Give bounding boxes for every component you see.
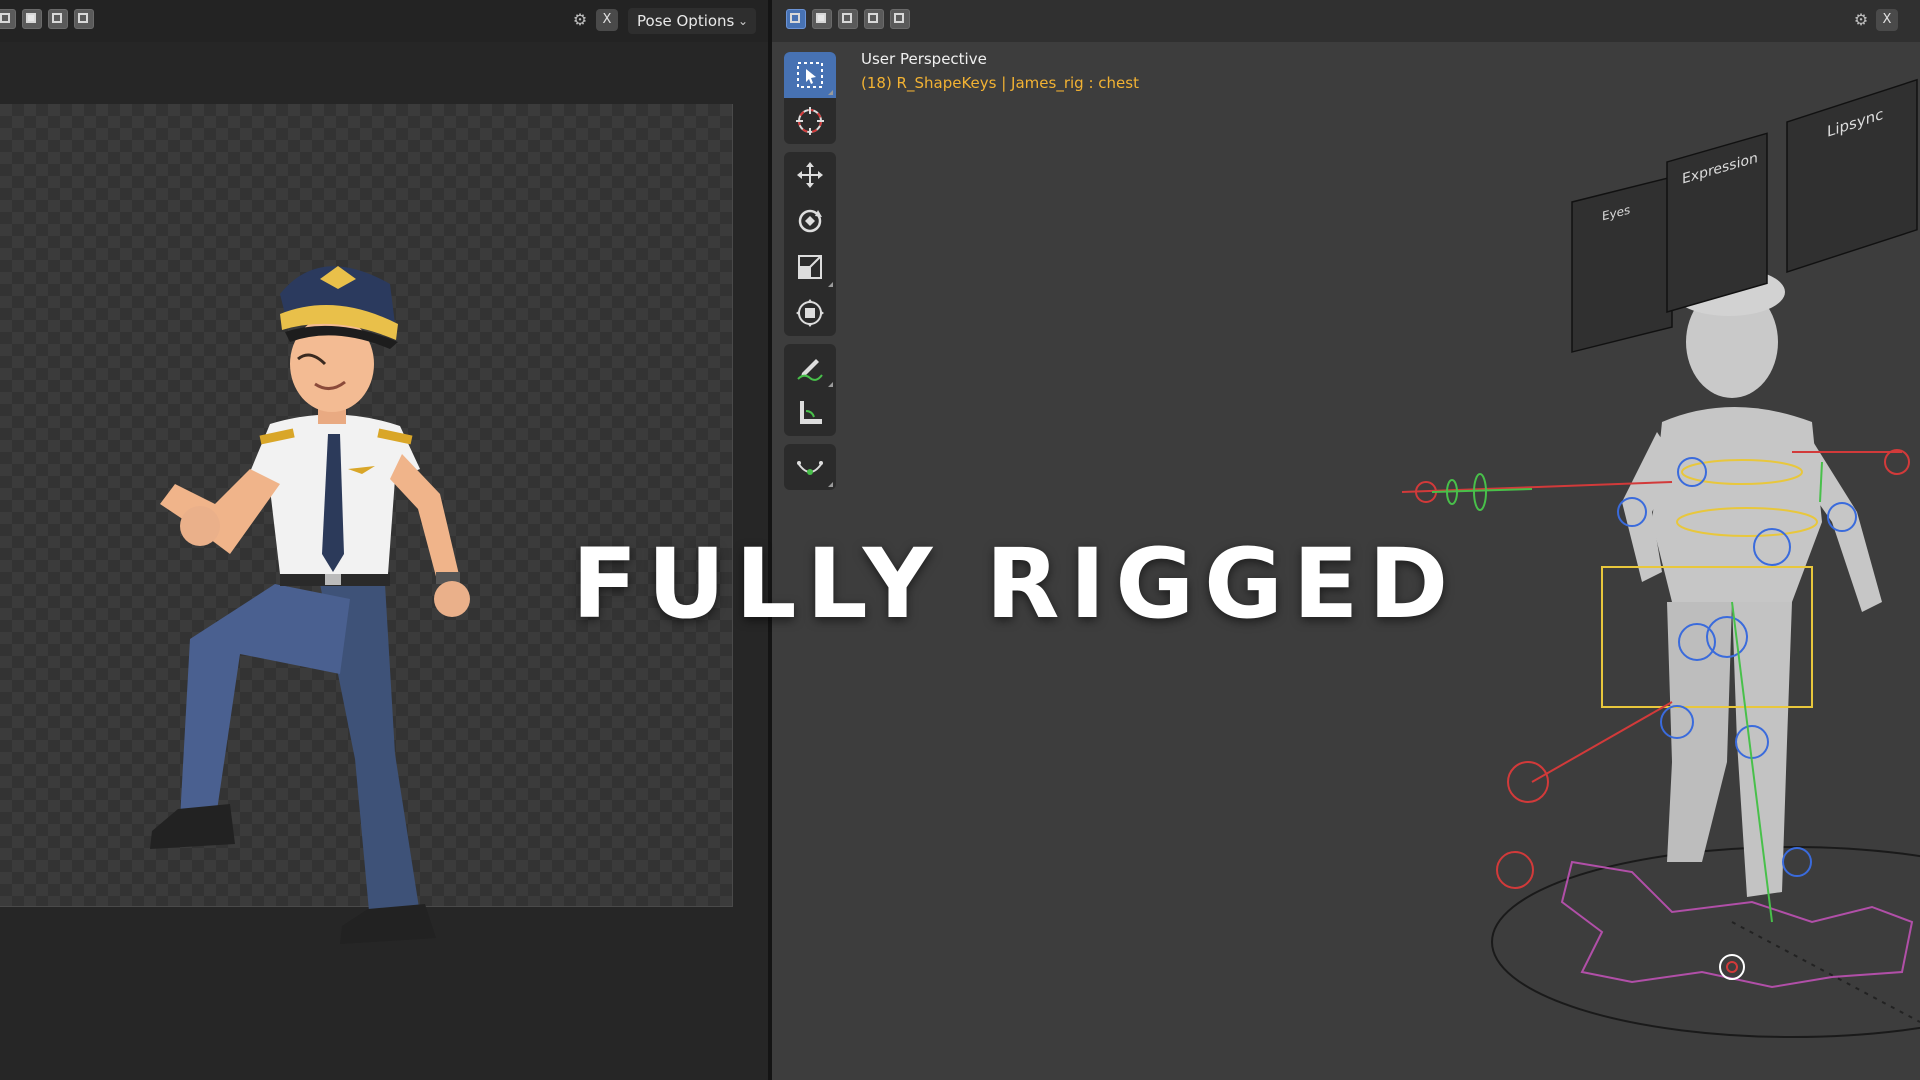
select-box-icon	[797, 62, 823, 88]
roll-tool[interactable]	[784, 444, 836, 490]
selection-mode-group	[0, 9, 94, 29]
tool-shelf	[784, 52, 836, 498]
close-button[interactable]: X	[1876, 9, 1898, 31]
select-subtract-icon[interactable]	[838, 9, 858, 29]
select-extend-icon[interactable]	[22, 9, 42, 29]
select-extend-icon[interactable]	[812, 9, 832, 29]
viewport-header: ⚙ X	[772, 0, 1920, 42]
gizmo-icon[interactable]: ⚙	[569, 9, 591, 31]
cursor-tool[interactable]	[784, 98, 836, 144]
measure-tool[interactable]	[784, 390, 836, 436]
select-new-icon[interactable]	[0, 9, 16, 29]
annotate-icon	[797, 359, 823, 381]
select-subtract-icon[interactable]	[48, 9, 68, 29]
scale-tool[interactable]	[784, 244, 836, 290]
move-tool[interactable]	[784, 152, 836, 198]
viewport-title: User Perspective	[861, 50, 987, 68]
chevron-down-icon: ⌄	[737, 14, 748, 28]
rotate-tool[interactable]	[784, 198, 836, 244]
select-difference-icon[interactable]	[864, 9, 884, 29]
transform-tool[interactable]	[784, 290, 836, 336]
rotate-icon	[798, 209, 822, 233]
render-canvas	[0, 104, 733, 944]
gizmo-icon[interactable]: ⚙	[1850, 9, 1872, 31]
annotate-tool-group	[784, 344, 836, 436]
scale-icon	[798, 255, 822, 279]
select-new-icon[interactable]	[786, 9, 806, 29]
select-tool-group	[784, 52, 836, 144]
select-box-tool[interactable]	[784, 52, 836, 98]
measure-icon	[800, 401, 822, 424]
selection-mode-group	[786, 9, 910, 29]
select-intersect-icon[interactable]	[74, 9, 94, 29]
select-intersect-icon[interactable]	[890, 9, 910, 29]
overlay-title: FULLY RIGGED	[571, 528, 1459, 640]
move-icon	[797, 162, 823, 188]
pose-options-label: Pose Options	[637, 12, 735, 30]
roll-icon	[797, 461, 823, 475]
render-preview-header: ⚙ X Pose Options ⌄	[0, 0, 768, 42]
annotate-tool[interactable]	[784, 344, 836, 390]
pose-options-dropdown[interactable]: Pose Options ⌄	[628, 8, 756, 34]
viewport-info: User Perspective (18) R_ShapeKeys | Jame…	[861, 50, 1139, 92]
active-object-context: (18) R_ShapeKeys | James_rig : chest	[861, 74, 1139, 92]
close-button[interactable]: X	[596, 9, 618, 31]
roll-tool-group	[784, 444, 836, 490]
transform-icon	[796, 299, 824, 327]
cursor-icon	[796, 107, 824, 135]
root-control-circle	[1491, 846, 1920, 1038]
transform-tool-group	[784, 152, 836, 336]
